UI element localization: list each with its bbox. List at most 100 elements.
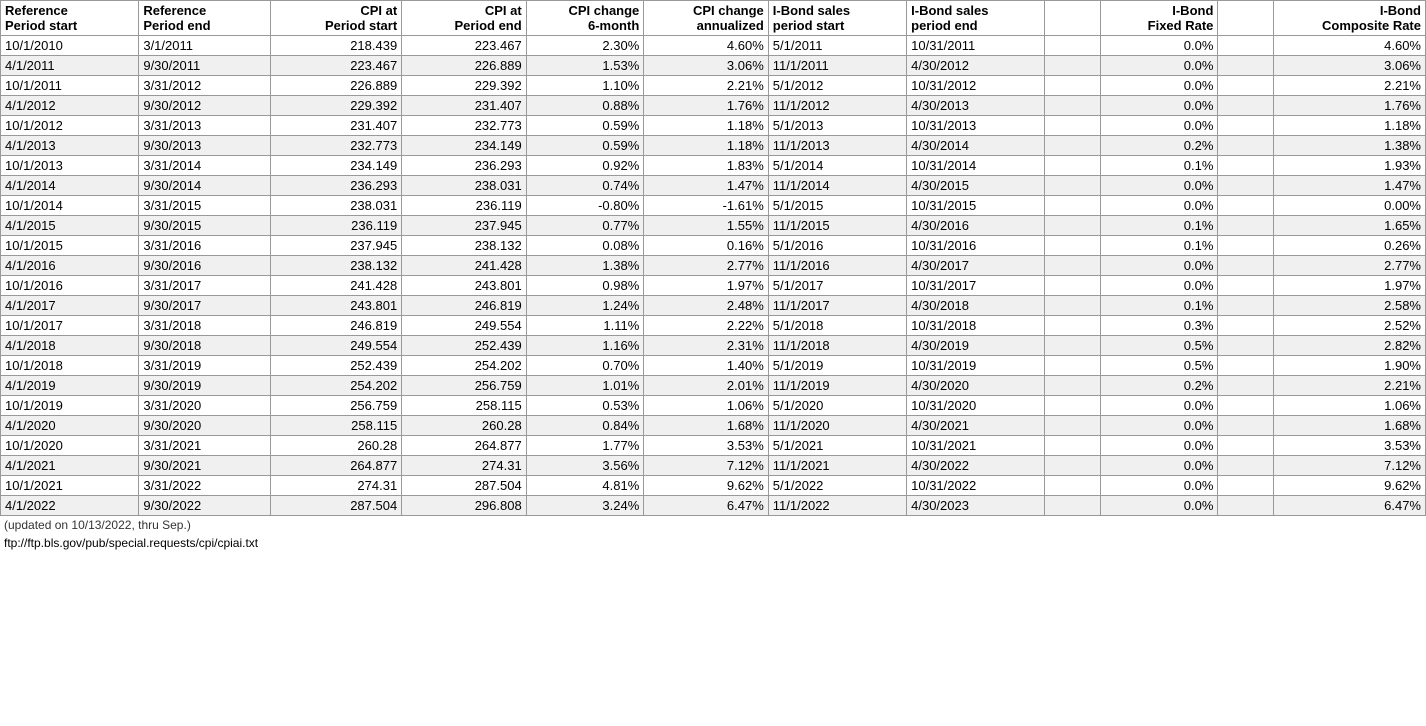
table-cell: 258.115 <box>402 396 527 416</box>
table-cell: 236.119 <box>270 216 401 236</box>
table-cell <box>1045 396 1100 416</box>
table-cell: 0.98% <box>526 276 644 296</box>
table-cell: 2.77% <box>644 256 769 276</box>
table-cell: 223.467 <box>270 56 401 76</box>
table-cell: 256.759 <box>270 396 401 416</box>
table-cell: 1.83% <box>644 156 769 176</box>
table-cell: 0.00% <box>1273 196 1425 216</box>
table-cell: 9/30/2012 <box>139 96 270 116</box>
table-cell: 11/1/2016 <box>768 256 906 276</box>
table-cell: 4.60% <box>1273 36 1425 56</box>
table-cell: 1.47% <box>644 176 769 196</box>
table-cell: 0.1% <box>1100 156 1218 176</box>
table-cell: 3/31/2020 <box>139 396 270 416</box>
table-cell: 1.16% <box>526 336 644 356</box>
header-empty <box>1045 1 1100 36</box>
table-row: 4/1/20119/30/2011223.467226.8891.53%3.06… <box>1 56 1426 76</box>
table-cell <box>1218 156 1273 176</box>
table-cell <box>1218 56 1273 76</box>
table-cell: 10/31/2015 <box>907 196 1045 216</box>
table-cell: 1.01% <box>526 376 644 396</box>
table-cell: 11/1/2011 <box>768 56 906 76</box>
header-ibond-fixed-rate: I-Bond Fixed Rate <box>1100 1 1218 36</box>
table-cell: 0.0% <box>1100 36 1218 56</box>
table-cell: 2.21% <box>1273 76 1425 96</box>
table-row: 4/1/20189/30/2018249.554252.4391.16%2.31… <box>1 336 1426 356</box>
table-cell <box>1045 256 1100 276</box>
table-cell: 9/30/2019 <box>139 376 270 396</box>
table-cell: 5/1/2015 <box>768 196 906 216</box>
table-cell: 0.1% <box>1100 236 1218 256</box>
header-cpi-period-end: CPI at Period end <box>402 1 527 36</box>
table-cell: 0.2% <box>1100 376 1218 396</box>
table-cell: 226.889 <box>402 56 527 76</box>
table-cell <box>1218 236 1273 256</box>
table-cell <box>1045 96 1100 116</box>
table-row: 10/1/20183/31/2019252.439254.2020.70%1.4… <box>1 356 1426 376</box>
table-cell <box>1045 416 1100 436</box>
table-wrapper: Reference Period start Reference Period … <box>0 0 1426 552</box>
table-cell: 3.56% <box>526 456 644 476</box>
table-cell: 9/30/2011 <box>139 56 270 76</box>
table-cell <box>1218 116 1273 136</box>
table-cell: 10/1/2020 <box>1 436 139 456</box>
table-cell: 249.554 <box>402 316 527 336</box>
header-empty2 <box>1218 1 1273 36</box>
table-cell <box>1218 36 1273 56</box>
header-cpi-change-annualized: CPI change annualized <box>644 1 769 36</box>
table-cell: 4/1/2016 <box>1 256 139 276</box>
table-cell: 4/30/2012 <box>907 56 1045 76</box>
table-cell: 0.0% <box>1100 96 1218 116</box>
table-cell: 243.801 <box>402 276 527 296</box>
table-cell: 5/1/2022 <box>768 476 906 496</box>
table-cell: 223.467 <box>402 36 527 56</box>
header-ref-period-start: Reference Period start <box>1 1 139 36</box>
table-cell: 10/1/2012 <box>1 116 139 136</box>
table-cell: 1.18% <box>644 116 769 136</box>
table-cell <box>1218 436 1273 456</box>
table-cell: 11/1/2021 <box>768 456 906 476</box>
table-cell: 5/1/2019 <box>768 356 906 376</box>
table-row: 4/1/20149/30/2014236.293238.0310.74%1.47… <box>1 176 1426 196</box>
table-cell: 4/30/2018 <box>907 296 1045 316</box>
table-cell <box>1218 196 1273 216</box>
table-cell: 252.439 <box>402 336 527 356</box>
table-cell: 10/1/2013 <box>1 156 139 176</box>
table-cell: 4/1/2022 <box>1 496 139 516</box>
table-row: 10/1/20143/31/2015238.031236.119-0.80%-1… <box>1 196 1426 216</box>
table-cell <box>1045 56 1100 76</box>
table-row: 4/1/20179/30/2017243.801246.8191.24%2.48… <box>1 296 1426 316</box>
table-cell: 9/30/2022 <box>139 496 270 516</box>
table-cell: 236.119 <box>402 196 527 216</box>
table-cell: 238.031 <box>270 196 401 216</box>
table-cell: 1.11% <box>526 316 644 336</box>
table-cell: 258.115 <box>270 416 401 436</box>
table-row: 4/1/20219/30/2021264.877274.313.56%7.12%… <box>1 456 1426 476</box>
table-cell: 5/1/2013 <box>768 116 906 136</box>
table-cell: 3/31/2017 <box>139 276 270 296</box>
table-cell: 4/1/2017 <box>1 296 139 316</box>
table-cell: 3/31/2022 <box>139 476 270 496</box>
table-row: 4/1/20229/30/2022287.504296.8083.24%6.47… <box>1 496 1426 516</box>
table-cell: 236.293 <box>270 176 401 196</box>
table-cell <box>1218 216 1273 236</box>
table-cell: 5/1/2016 <box>768 236 906 256</box>
table-cell: 5/1/2020 <box>768 396 906 416</box>
table-cell: 4/30/2016 <box>907 216 1045 236</box>
table-cell: 249.554 <box>270 336 401 356</box>
table-cell: 0.0% <box>1100 56 1218 76</box>
source-link: ftp://ftp.bls.gov/pub/special.requests/c… <box>0 534 1426 552</box>
table-cell: 5/1/2011 <box>768 36 906 56</box>
table-cell: 0.0% <box>1100 436 1218 456</box>
table-cell: 9/30/2013 <box>139 136 270 156</box>
table-cell: 236.293 <box>402 156 527 176</box>
table-cell: 232.773 <box>270 136 401 156</box>
table-cell: 3/1/2011 <box>139 36 270 56</box>
table-cell: 1.18% <box>1273 116 1425 136</box>
table-cell: 11/1/2012 <box>768 96 906 116</box>
table-cell <box>1218 176 1273 196</box>
table-cell: 0.5% <box>1100 336 1218 356</box>
table-cell: 0.88% <box>526 96 644 116</box>
table-cell: 2.52% <box>1273 316 1425 336</box>
table-cell: 4/30/2020 <box>907 376 1045 396</box>
